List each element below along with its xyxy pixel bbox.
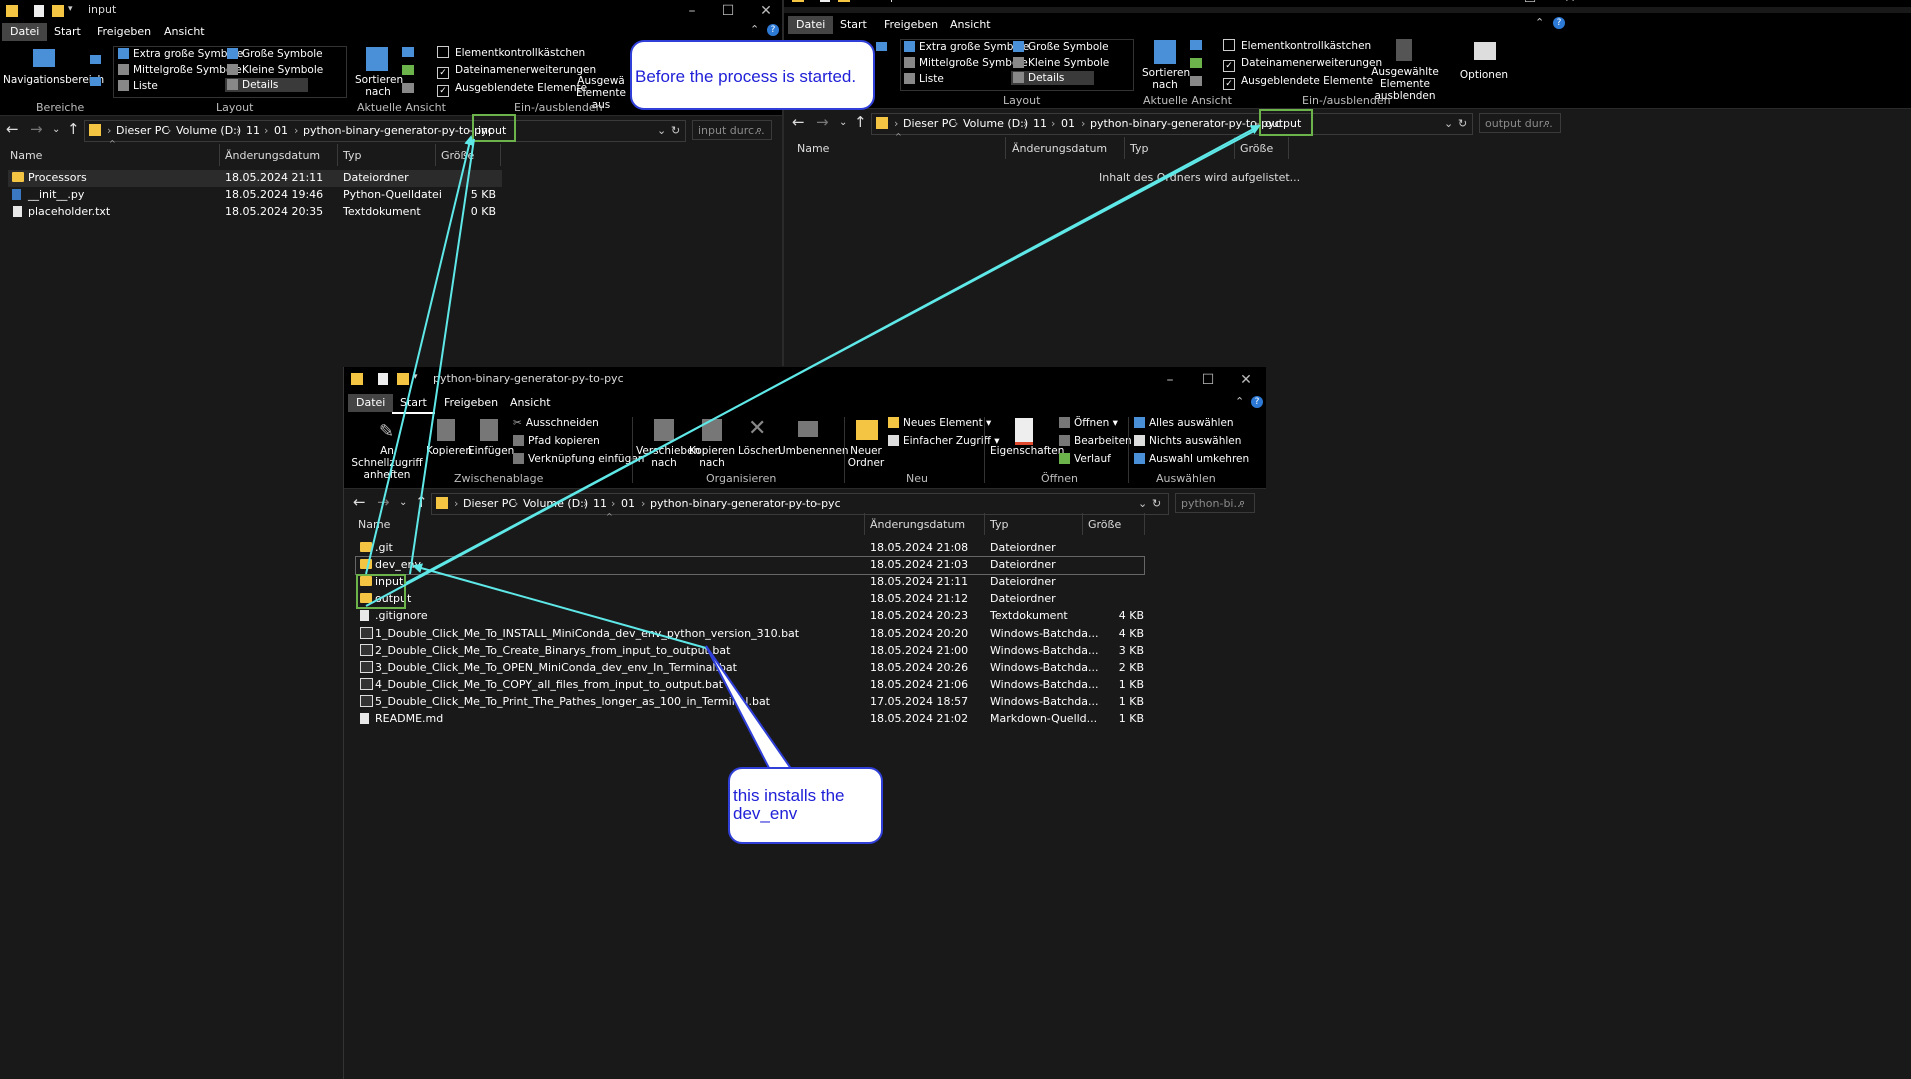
arrow-to-input-breadcrumb-2 bbox=[409, 138, 475, 575]
callout-installs-dev-env-text: this installs the dev_env bbox=[733, 786, 845, 823]
annotation-arrows bbox=[365, 125, 1261, 771]
callout-before-process: Before the process is started. bbox=[630, 40, 875, 110]
callout-pointer bbox=[705, 645, 794, 771]
arrow-to-input-breadcrumb bbox=[365, 135, 474, 575]
callout-before-process-text: Before the process is started. bbox=[635, 67, 857, 86]
arrow-to-output-breadcrumb-2 bbox=[405, 129, 1257, 584]
callout-installs-dev-env: this installs the dev_env bbox=[728, 767, 883, 844]
arrow-to-dev-env bbox=[412, 563, 707, 649]
